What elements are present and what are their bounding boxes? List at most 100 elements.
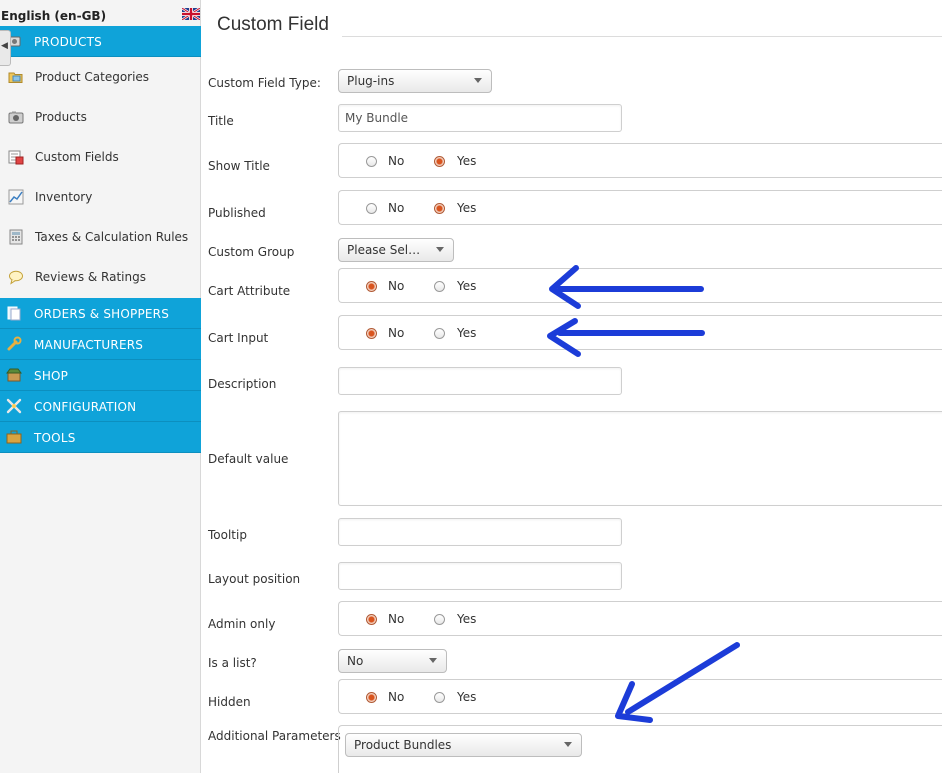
- hidden-yes-radio[interactable]: [434, 692, 445, 703]
- toolbox-icon: [6, 430, 22, 444]
- admin-only-label: Admin only: [208, 617, 276, 631]
- menu-section-label: SHOP: [34, 369, 69, 383]
- tools-icon: [6, 398, 22, 414]
- admin-only-radio-group: No Yes: [338, 601, 942, 636]
- menu-section-label: CONFIGURATION: [34, 400, 137, 414]
- menu-section-manufacturers[interactable]: MANUFACTURERS: [0, 329, 201, 360]
- chevron-down-icon: [429, 658, 437, 663]
- language-selector[interactable]: English (en-GB): [0, 8, 201, 26]
- radio-label-no: No: [388, 201, 405, 215]
- speech-bubble-icon: [9, 270, 23, 285]
- admin-only-yes-radio[interactable]: [434, 614, 445, 625]
- select-value: No: [347, 654, 364, 668]
- radio-label-yes: Yes: [457, 201, 477, 215]
- is-list-select[interactable]: No: [338, 649, 447, 673]
- custom-field-type-select[interactable]: Plug-ins: [338, 69, 492, 93]
- page-title: Custom Field: [217, 14, 329, 35]
- sidebar-item-products[interactable]: Products: [0, 98, 200, 138]
- menu-section-orders[interactable]: ORDERS & SHOPPERS: [0, 298, 201, 329]
- sidebar-item-inventory[interactable]: Inventory: [0, 178, 200, 218]
- cart-attribute-yes-radio[interactable]: [434, 281, 445, 292]
- sidebar-item-label: Reviews & Ratings: [35, 270, 146, 284]
- menu-section-label: PRODUCTS: [34, 35, 102, 49]
- additional-parameters-select[interactable]: Product Bundles: [345, 733, 582, 757]
- uk-flag-icon: [182, 8, 200, 20]
- language-label: English (en-GB): [1, 9, 107, 23]
- title-input-value: My Bundle: [345, 111, 409, 125]
- radio-label-yes: Yes: [457, 612, 477, 626]
- chevron-down-icon: [436, 247, 444, 252]
- default-value-label: Default value: [208, 452, 289, 466]
- hidden-no-radio[interactable]: [366, 692, 377, 703]
- layout-position-label: Layout position: [208, 572, 301, 586]
- title-input[interactable]: My Bundle: [338, 104, 622, 132]
- custom-fields-icon: [8, 150, 24, 165]
- cart-input-yes-radio[interactable]: [434, 328, 445, 339]
- cart-attribute-radio-group: No Yes: [338, 268, 942, 303]
- sidebar-item-reviews[interactable]: Reviews & Ratings: [0, 258, 200, 298]
- radio-label-no: No: [388, 326, 405, 340]
- wrench-icon: [7, 336, 22, 351]
- select-value: Product Bundles: [354, 738, 452, 752]
- radio-label-yes: Yes: [457, 326, 477, 340]
- cart-attribute-no-radio[interactable]: [366, 281, 377, 292]
- menu-section-products[interactable]: PRODUCTS: [0, 26, 201, 57]
- custom-group-select[interactable]: Please Sel…: [338, 238, 454, 262]
- default-value-textarea[interactable]: [338, 411, 942, 506]
- additional-parameters-label: Additional Parameters: [208, 729, 341, 743]
- custom-group-label: Custom Group: [208, 245, 295, 259]
- description-label: Description: [208, 377, 277, 391]
- layout-position-input[interactable]: [338, 562, 622, 590]
- radio-label-yes: Yes: [457, 154, 477, 168]
- radio-label-yes: Yes: [457, 690, 477, 704]
- is-list-label: Is a list?: [208, 656, 257, 670]
- menu-section-tools[interactable]: TOOLS: [0, 422, 201, 453]
- cart-attribute-label: Cart Attribute: [208, 284, 291, 298]
- radio-label-no: No: [388, 690, 405, 704]
- sidebar-item-label: Products: [35, 110, 87, 124]
- chart-icon: [8, 189, 24, 205]
- chevron-down-icon: [474, 78, 482, 83]
- calculator-icon: [9, 229, 23, 245]
- cart-input-label: Cart Input: [208, 331, 269, 345]
- show-title-no-radio[interactable]: [366, 156, 377, 167]
- sidebar-item-label: Custom Fields: [35, 150, 119, 164]
- title-label: Title: [208, 114, 234, 128]
- sidebar-collapse-handle[interactable]: ◀: [0, 30, 11, 66]
- sidebar-item-label: Taxes & Calculation Rules: [35, 230, 189, 244]
- sidebar: English (en-GB) ◀ PRODUCTS Product Categ…: [0, 0, 201, 773]
- menu-section-configuration[interactable]: CONFIGURATION: [0, 391, 201, 422]
- description-input[interactable]: [338, 367, 622, 395]
- chevron-down-icon: [564, 742, 572, 747]
- radio-label-no: No: [388, 154, 405, 168]
- title-divider: [342, 36, 942, 37]
- sidebar-item-custom-fields[interactable]: Custom Fields: [0, 138, 200, 178]
- show-title-radio-group: No Yes: [338, 143, 942, 178]
- admin-only-no-radio[interactable]: [366, 614, 377, 625]
- shop-icon: [6, 368, 22, 382]
- menu-section-shop[interactable]: SHOP: [0, 360, 201, 391]
- menu-section-label: ORDERS & SHOPPERS: [34, 307, 170, 321]
- cart-input-no-radio[interactable]: [366, 328, 377, 339]
- select-value: Plug-ins: [347, 74, 395, 88]
- published-yes-radio[interactable]: [434, 203, 445, 214]
- radio-label-no: No: [388, 612, 405, 626]
- menu-section-label: MANUFACTURERS: [34, 338, 144, 352]
- menu-section-label: TOOLS: [34, 431, 76, 445]
- published-no-radio[interactable]: [366, 203, 377, 214]
- radio-label-no: No: [388, 279, 405, 293]
- show-title-yes-radio[interactable]: [434, 156, 445, 167]
- sidebar-item-label: Inventory: [35, 190, 93, 204]
- tooltip-input[interactable]: [338, 518, 622, 546]
- tooltip-label: Tooltip: [208, 528, 247, 542]
- cart-input-radio-group: No Yes: [338, 315, 942, 350]
- camera-icon: [8, 111, 24, 124]
- hidden-label: Hidden: [208, 695, 251, 709]
- main-content: Custom Field Custom Field Type: Plug-ins…: [202, 0, 942, 773]
- select-value: Please Sel…: [347, 243, 421, 257]
- custom-field-type-label: Custom Field Type:: [208, 76, 321, 90]
- sidebar-item-taxes[interactable]: Taxes & Calculation Rules: [0, 218, 200, 258]
- hidden-radio-group: No Yes: [338, 679, 942, 714]
- sidebar-item-product-categories[interactable]: Product Categories: [0, 58, 200, 98]
- orders-icon: [7, 306, 21, 321]
